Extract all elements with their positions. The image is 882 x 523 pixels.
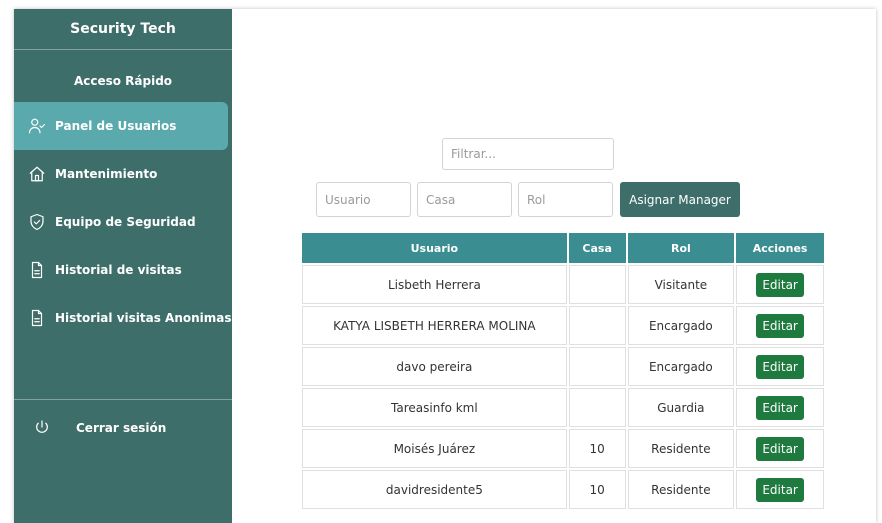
header-casa: Casa (568, 233, 626, 263)
table-row: Tareasinfo kml Guardia Editar (302, 388, 824, 427)
edit-button[interactable]: Editar (756, 395, 805, 420)
main-content: Asignar Manager Usuario Casa Rol Accione… (232, 9, 876, 523)
cell-rol: Encargado (627, 347, 735, 386)
home-icon (28, 165, 46, 183)
sidebar-item-historial-anonimas[interactable]: Historial visitas Anonimas (14, 294, 232, 342)
edit-button[interactable]: Editar (756, 354, 805, 379)
sidebar-item-label: Historial de visitas (55, 263, 182, 277)
table-row: davidresidente5 10 Residente Editar (302, 470, 824, 509)
cell-rol: Visitante (627, 265, 735, 304)
sidebar-item-panel-usuarios[interactable]: Panel de Usuarios (14, 102, 228, 150)
cell-casa (568, 347, 626, 386)
casa-input[interactable] (417, 182, 512, 217)
section-title: Acceso Rápido (73, 74, 173, 88)
header-rol: Rol (627, 233, 735, 263)
rol-input[interactable] (518, 182, 613, 217)
edit-button[interactable]: Editar (756, 313, 805, 338)
cell-acciones: Editar (736, 347, 824, 386)
header-usuario: Usuario (302, 233, 567, 263)
user-check-icon (28, 117, 46, 135)
document-icon (28, 309, 46, 327)
cell-rol: Residente (627, 429, 735, 468)
assign-manager-button[interactable]: Asignar Manager (620, 182, 740, 217)
sidebar: Security Tech Acceso Rápido Panel de Usu… (14, 9, 232, 523)
edit-button[interactable]: Editar (756, 477, 805, 502)
cell-acciones: Editar (736, 388, 824, 427)
sidebar-divider (14, 399, 232, 400)
users-table: Usuario Casa Rol Acciones Lisbeth Herrer… (300, 231, 826, 511)
table-row: davo pereira Encargado Editar (302, 347, 824, 386)
cell-acciones: Editar (736, 429, 824, 468)
cell-usuario: KATYA LISBETH HERRERA MOLINA (302, 306, 567, 345)
table-header-row: Usuario Casa Rol Acciones (302, 233, 824, 263)
cell-acciones: Editar (736, 265, 824, 304)
cell-acciones: Editar (736, 470, 824, 509)
cell-casa (568, 388, 626, 427)
sidebar-item-equipo-seguridad[interactable]: Equipo de Seguridad (14, 198, 232, 246)
table-row: Lisbeth Herrera Visitante Editar (302, 265, 824, 304)
sidebar-item-historial-visitas[interactable]: Historial de visitas (14, 246, 232, 294)
cell-usuario: davo pereira (302, 347, 567, 386)
header-acciones: Acciones (736, 233, 824, 263)
cell-casa (568, 306, 626, 345)
cell-usuario: Tareasinfo kml (302, 388, 567, 427)
logout-label: Cerrar sesión (76, 421, 167, 435)
cell-rol: Guardia (627, 388, 735, 427)
sidebar-item-label: Equipo de Seguridad (55, 215, 196, 229)
shield-check-icon (28, 213, 46, 231)
power-icon (34, 419, 52, 437)
cell-usuario: Moisés Juárez (302, 429, 567, 468)
cell-casa: 10 (568, 429, 626, 468)
table-row: Moisés Juárez 10 Residente Editar (302, 429, 824, 468)
brand-title: Security Tech (14, 9, 232, 50)
cell-casa (568, 265, 626, 304)
sidebar-item-label: Historial visitas Anonimas (55, 311, 232, 325)
cell-acciones: Editar (736, 306, 824, 345)
cell-rol: Residente (627, 470, 735, 509)
cell-casa: 10 (568, 470, 626, 509)
cell-usuario: davidresidente5 (302, 470, 567, 509)
edit-button[interactable]: Editar (756, 436, 805, 461)
sidebar-item-label: Panel de Usuarios (55, 119, 177, 133)
app-window: Security Tech Acceso Rápido Panel de Usu… (14, 9, 876, 523)
sidebar-item-mantenimiento[interactable]: Mantenimiento (14, 150, 232, 198)
document-icon (28, 261, 46, 279)
usuario-input[interactable] (316, 182, 411, 217)
logout-button[interactable]: Cerrar sesión (14, 411, 232, 445)
table-row: KATYA LISBETH HERRERA MOLINA Encargado E… (302, 306, 824, 345)
cell-usuario: Lisbeth Herrera (302, 265, 567, 304)
filter-input[interactable] (442, 138, 614, 170)
sidebar-item-label: Mantenimiento (55, 167, 158, 181)
edit-button[interactable]: Editar (756, 272, 805, 297)
cell-rol: Encargado (627, 306, 735, 345)
